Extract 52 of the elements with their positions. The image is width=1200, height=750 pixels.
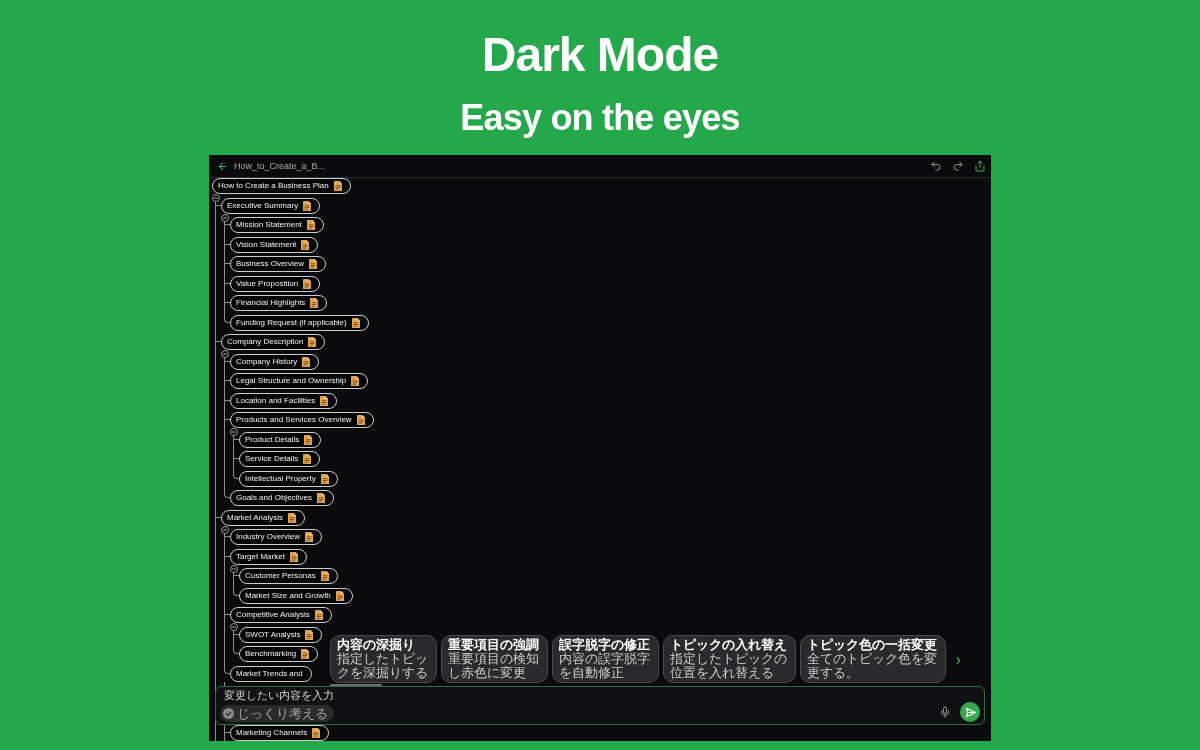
- topic-node[interactable]: Market Analysis: [221, 509, 306, 526]
- topic-node[interactable]: Goals and Objectives: [230, 490, 335, 506]
- suggestion-chip[interactable]: 重要項目の強調 重要項目の検知し赤色に変更: [441, 635, 548, 683]
- topic-node[interactable]: Industry Overview: [230, 529, 323, 545]
- topic-node[interactable]: Target Market: [230, 548, 307, 565]
- headline: Dark Mode: [481, 27, 719, 83]
- message-input[interactable]: 変更したい内容を入力: [216, 687, 616, 704]
- collapse-icon[interactable]: [220, 350, 229, 358]
- send-button[interactable]: [960, 702, 980, 722]
- topic-node[interactable]: Intellectual Property: [239, 470, 338, 487]
- topic-node[interactable]: Company Description: [221, 334, 326, 350]
- topic-node[interactable]: Products and Services Overview: [230, 412, 374, 428]
- suggestion-chip[interactable]: 内容の深掘り 指定したトピックを深掘りする: [330, 635, 437, 683]
- topic-node[interactable]: Product Details: [239, 431, 322, 448]
- share-icon[interactable]: [974, 160, 986, 172]
- suggestion-chip[interactable]: トピックの入れ替え 指定したトピックの位置を入れ替える: [663, 635, 796, 683]
- topic-node[interactable]: Service Details: [239, 451, 321, 467]
- collapse-icon[interactable]: [229, 428, 238, 436]
- topic-node[interactable]: Competitive Analysis: [230, 607, 332, 623]
- topic-node[interactable]: Location and Facilities: [230, 392, 338, 409]
- topic-node[interactable]: Company History: [230, 353, 320, 370]
- topic-node[interactable]: Mission Statement: [230, 217, 324, 233]
- microphone-icon[interactable]: [939, 706, 951, 718]
- back-icon[interactable]: [217, 160, 228, 172]
- topic-node[interactable]: Market Size and Growth: [239, 587, 353, 604]
- scrollbar-thumb[interactable]: [330, 684, 382, 686]
- topic-node[interactable]: Funding Request (if applicable): [230, 314, 369, 331]
- topic-node[interactable]: Legal Structure and Ownership: [230, 373, 369, 389]
- topic-node[interactable]: Vision Statement: [230, 236, 319, 253]
- topic-node[interactable]: Financial Highlights: [230, 295, 328, 311]
- send-icon: [964, 706, 976, 718]
- collapse-icon[interactable]: [229, 623, 238, 631]
- topic-node[interactable]: How to Create a Business Plan: [212, 178, 351, 194]
- collapse-icon[interactable]: [220, 213, 229, 222]
- subheadline: Easy on the eyes: [460, 97, 740, 139]
- collapse-icon[interactable]: [211, 194, 220, 202]
- topic-node[interactable]: Market Trends and: [230, 665, 312, 682]
- topic-node[interactable]: Business Overview: [230, 256, 327, 272]
- check-circle-icon: [223, 708, 234, 719]
- think-toggle[interactable]: じっくり考える: [220, 705, 334, 722]
- topic-node[interactable]: Benchmarking: [239, 646, 319, 662]
- topic-node[interactable]: Customer Personas: [239, 568, 338, 584]
- collapse-icon[interactable]: [220, 525, 229, 534]
- topic-node[interactable]: Executive Summary: [221, 197, 321, 214]
- redo-icon[interactable]: [952, 160, 964, 172]
- topic-node[interactable]: Value Proposition: [230, 275, 321, 292]
- collapse-icon[interactable]: [229, 564, 238, 573]
- topic-node[interactable]: SWOT Analysis: [239, 626, 323, 643]
- suggestion-chip[interactable]: 誤字脱字の修正 内容の誤字脱字を自動修正: [552, 635, 659, 683]
- document-title: How_to_Create_a_B...: [234, 161, 326, 171]
- undo-icon[interactable]: [930, 160, 942, 172]
- suggestion-chip[interactable]: トピック色の一括変更 全てのトピック色を変更する。: [800, 635, 946, 683]
